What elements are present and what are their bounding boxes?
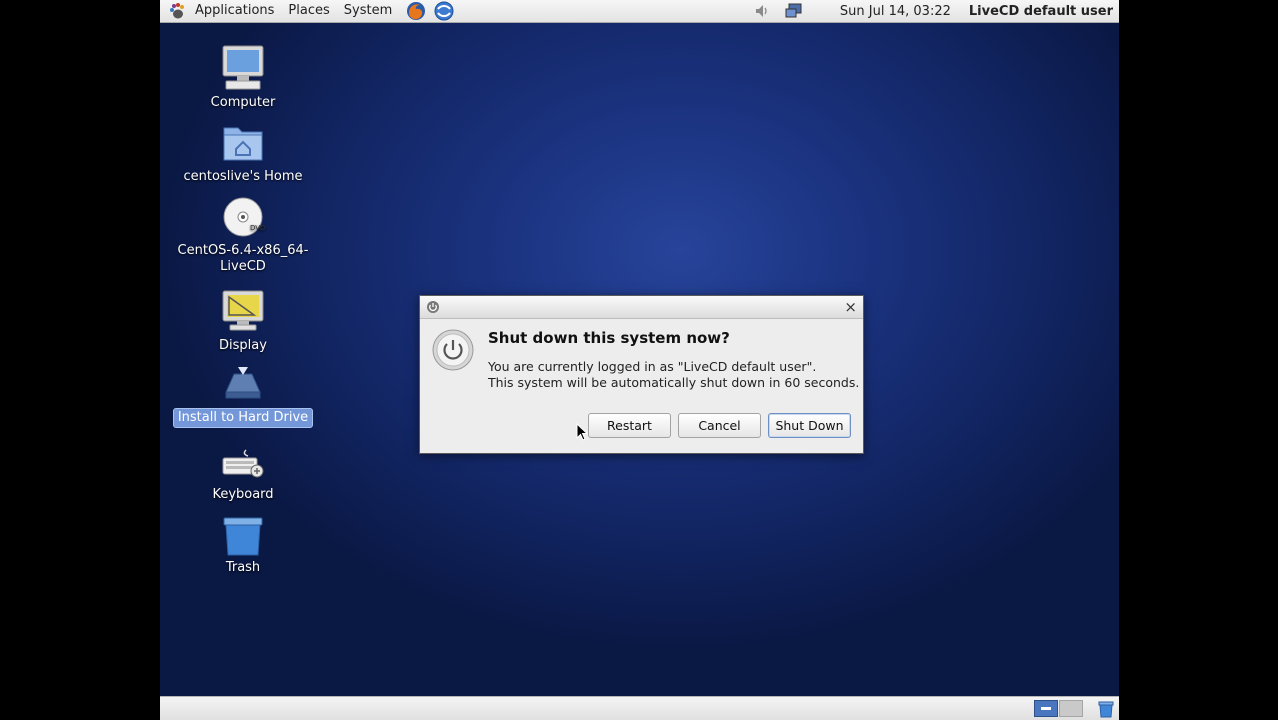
trash-icon (223, 517, 263, 556)
desktop-icon-label: Install to Hard Drive (172, 408, 314, 428)
network-icon[interactable] (784, 2, 804, 20)
desktop-icon-install[interactable]: Install to Hard Drive (168, 364, 318, 428)
dialog-close-button[interactable]: × (844, 297, 857, 317)
firefox-icon[interactable] (405, 0, 427, 22)
desktop-icon-display[interactable]: Display (168, 289, 318, 355)
tray: Sun Jul 14, 03:22 LiveCD default user (746, 0, 1119, 22)
desktop-icon-label: Computer (210, 95, 276, 110)
display-icon (222, 290, 264, 331)
dialog-message-line1: You are currently logged in as "LiveCD d… (488, 359, 817, 374)
keyboard-icon (222, 449, 264, 478)
menu-places[interactable]: Places (281, 0, 336, 22)
desktop-icon-home[interactable]: centoslive's Home (168, 122, 318, 186)
bottom-panel (160, 696, 1119, 720)
desktop-icon-label: Display (219, 338, 267, 353)
power-icon (432, 329, 474, 371)
dialog-message-line2: This system will be automatically shut d… (488, 375, 860, 390)
workspace-2-switcher[interactable] (1059, 700, 1083, 717)
install-icon (225, 367, 261, 399)
volume-icon[interactable] (752, 2, 772, 20)
desktop-icon-label: CentOS-6.4-x86_64- LiveCD (177, 243, 309, 274)
cancel-button[interactable]: Cancel (678, 413, 761, 438)
restart-button[interactable]: Restart (588, 413, 671, 438)
desktop-screen: Applications Places System Sun Jul 14, 0… (160, 0, 1119, 720)
desktop-icon-label: Keyboard (212, 487, 274, 502)
clock[interactable]: Sun Jul 14, 03:22 (840, 4, 951, 19)
gnome-foot-icon[interactable] (168, 2, 186, 20)
computer-icon (222, 45, 264, 90)
dialog-titlebar[interactable]: × (420, 296, 863, 319)
user-name[interactable]: LiveCD default user (969, 4, 1113, 19)
menu-applications[interactable]: Applications (188, 0, 281, 22)
power-title-icon (427, 301, 439, 313)
network-browser-icon[interactable] (433, 0, 455, 22)
dialog-body: Shut down this system now? You are curre… (420, 319, 863, 453)
shutdown-dialog: × Shut down this system now? You are cur… (419, 295, 864, 454)
mouse-cursor-icon (576, 423, 588, 441)
dialog-heading: Shut down this system now? (488, 329, 730, 347)
desktop-icon-computer[interactable]: Computer (168, 44, 318, 112)
dvd-icon: DVD (223, 197, 265, 237)
desktop-icon-label: centoslive's Home (183, 169, 303, 184)
shutdown-button[interactable]: Shut Down (768, 413, 851, 438)
home-folder-icon (223, 127, 263, 161)
trash-applet-icon[interactable] (1097, 700, 1115, 718)
desktop-icon-keyboard[interactable]: Keyboard (168, 446, 318, 504)
desktop-icon-trash[interactable]: Trash (168, 515, 318, 577)
top-panel: Applications Places System Sun Jul 14, 0… (160, 0, 1119, 23)
menu-system[interactable]: System (337, 0, 399, 22)
workspace-1-switcher[interactable] (1034, 700, 1058, 717)
svg-text:DVD: DVD (250, 224, 265, 232)
desktop-icon-label: Trash (225, 560, 261, 575)
desktop-icon-dvd[interactable]: DVD CentOS-6.4-x86_64- LiveCD (168, 196, 318, 276)
